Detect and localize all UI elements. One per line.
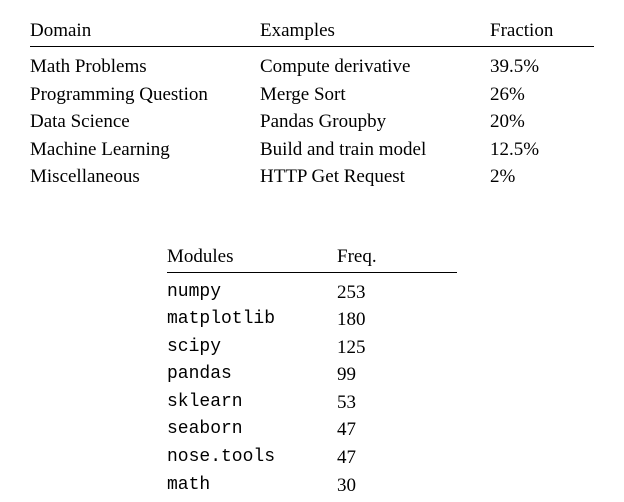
cell-module: pandas — [167, 361, 337, 389]
table-row: Miscellaneous HTTP Get Request 2% — [30, 163, 594, 191]
table-header-row: Domain Examples Fraction — [30, 20, 594, 47]
table-row: matplotlib 180 — [167, 306, 457, 334]
table-row: Math Problems Compute derivative 39.5% — [30, 53, 594, 81]
table-header-row: Modules Freq. — [167, 246, 457, 273]
header-modules: Modules — [167, 246, 337, 268]
table-row: numpy 253 — [167, 279, 457, 307]
cell-freq: 53 — [337, 389, 417, 417]
header-domain: Domain — [30, 20, 260, 42]
table-row: nose.tools 47 — [167, 444, 457, 472]
table-row: Machine Learning Build and train model 1… — [30, 136, 594, 164]
cell-module: sklearn — [167, 389, 337, 417]
cell-domain: Data Science — [30, 108, 260, 136]
cell-module: matplotlib — [167, 306, 337, 334]
cell-freq: 47 — [337, 416, 417, 444]
cell-example: Build and train model — [260, 136, 490, 164]
cell-module: math — [167, 472, 337, 500]
cell-domain: Miscellaneous — [30, 163, 260, 191]
cell-example: HTTP Get Request — [260, 163, 490, 191]
table-row: Programming Question Merge Sort 26% — [30, 81, 594, 109]
table-row: Data Science Pandas Groupby 20% — [30, 108, 594, 136]
header-examples: Examples — [260, 20, 490, 42]
modules-table: Modules Freq. numpy 253 matplotlib 180 s… — [167, 246, 457, 499]
cell-freq: 47 — [337, 444, 417, 472]
cell-module: seaborn — [167, 416, 337, 444]
table-row: seaborn 47 — [167, 416, 457, 444]
cell-domain: Math Problems — [30, 53, 260, 81]
cell-module: numpy — [167, 279, 337, 307]
cell-module: scipy — [167, 334, 337, 362]
cell-freq: 30 — [337, 472, 417, 500]
cell-freq: 125 — [337, 334, 417, 362]
cell-freq: 99 — [337, 361, 417, 389]
cell-example: Compute derivative — [260, 53, 490, 81]
cell-example: Pandas Groupby — [260, 108, 490, 136]
cell-freq: 253 — [337, 279, 417, 307]
cell-fraction: 2% — [490, 163, 590, 191]
table-row: scipy 125 — [167, 334, 457, 362]
cell-example: Merge Sort — [260, 81, 490, 109]
cell-domain: Machine Learning — [30, 136, 260, 164]
table-row: pandas 99 — [167, 361, 457, 389]
cell-fraction: 20% — [490, 108, 590, 136]
cell-fraction: 39.5% — [490, 53, 590, 81]
cell-fraction: 12.5% — [490, 136, 590, 164]
cell-fraction: 26% — [490, 81, 590, 109]
table-row: sklearn 53 — [167, 389, 457, 417]
cell-domain: Programming Question — [30, 81, 260, 109]
table-row: math 30 — [167, 472, 457, 500]
header-fraction: Fraction — [490, 20, 590, 42]
cell-module: nose.tools — [167, 444, 337, 472]
domain-table: Domain Examples Fraction Math Problems C… — [30, 20, 594, 191]
cell-freq: 180 — [337, 306, 417, 334]
header-freq: Freq. — [337, 246, 417, 268]
